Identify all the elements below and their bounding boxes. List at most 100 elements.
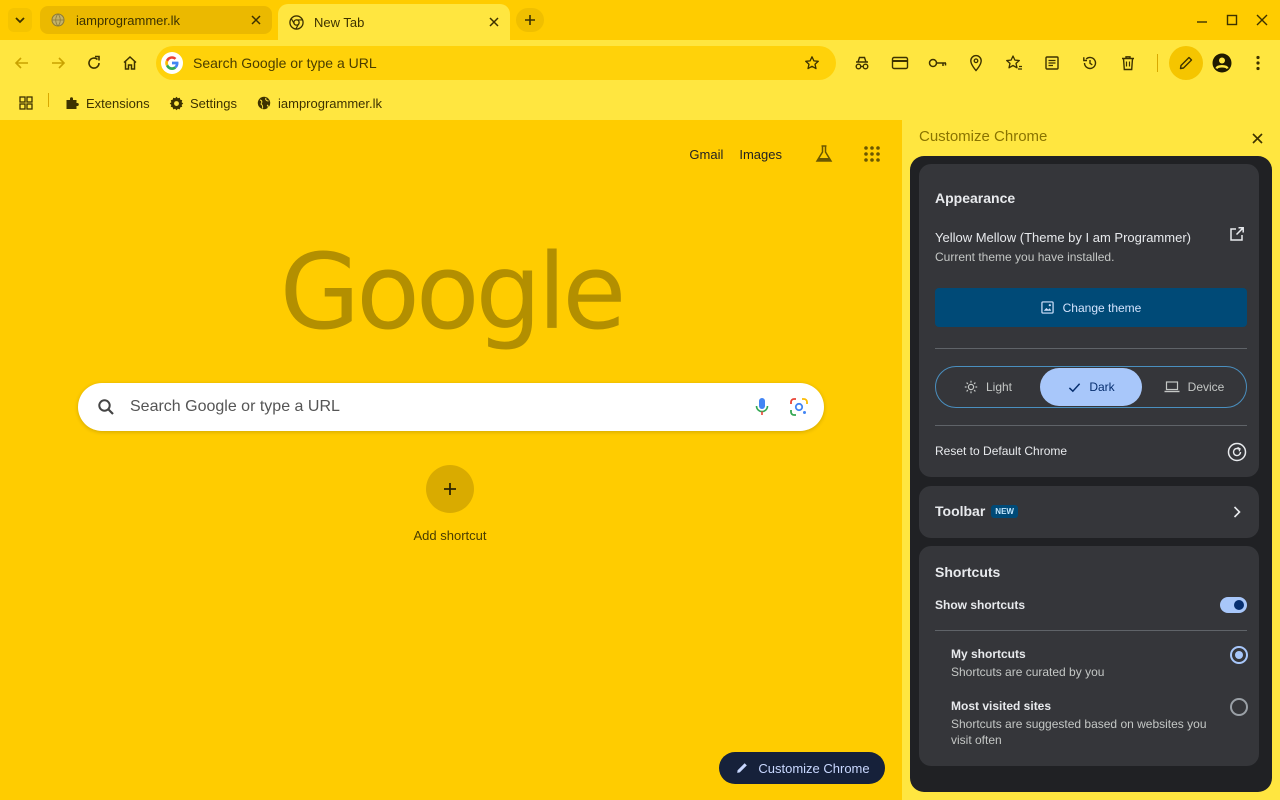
globe-icon: [256, 95, 272, 111]
images-link[interactable]: Images: [739, 147, 782, 162]
mode-device-option[interactable]: Device: [1142, 368, 1246, 406]
omnibox[interactable]: Search Google or type a URL: [156, 46, 836, 80]
customize-chrome-button[interactable]: Customize Chrome: [719, 752, 885, 784]
side-panel-body: Appearance Yellow Mellow (Theme by I am …: [910, 156, 1272, 792]
most-visited-option[interactable]: Most visited sites Shortcuts are suggest…: [951, 699, 1217, 748]
image-frame-icon: [1041, 301, 1055, 315]
bookmark-settings[interactable]: Settings: [168, 92, 237, 114]
menu-button[interactable]: [1246, 51, 1270, 75]
home-icon: [123, 55, 137, 70]
chevron-right-icon: [1227, 502, 1247, 522]
theme-subtitle: Current theme you have installed.: [935, 250, 1115, 264]
arrow-left-icon: [14, 57, 28, 69]
apps-grid-icon: [864, 146, 880, 162]
minimize-icon: [1197, 21, 1207, 23]
gmail-link[interactable]: Gmail: [689, 147, 723, 162]
close-icon: [1251, 132, 1263, 144]
change-theme-button[interactable]: Change theme: [935, 288, 1247, 327]
tab-iamprogrammer[interactable]: iamprogrammer.lk: [40, 6, 272, 34]
labs-button[interactable]: [812, 142, 836, 166]
credit-card-icon: [891, 56, 909, 70]
minimize-button[interactable]: [1192, 10, 1212, 30]
bookmarks-divider: [48, 93, 49, 107]
tab-strip: iamprogrammer.lk New Tab: [0, 0, 1280, 40]
apps-button[interactable]: [18, 92, 40, 114]
history-icon: [1083, 56, 1097, 70]
customize-chrome-toolbar-button[interactable]: [1169, 46, 1203, 80]
voice-search-icon[interactable]: [750, 395, 774, 419]
reload-button[interactable]: [82, 51, 106, 75]
flask-icon: [815, 145, 833, 162]
close-window-button[interactable]: [1252, 10, 1272, 30]
profile-button[interactable]: [1210, 51, 1234, 75]
mode-dark-option[interactable]: Dark: [1040, 368, 1142, 406]
home-button[interactable]: [118, 51, 142, 75]
google-g-icon: [161, 52, 183, 74]
mode-device-label: Device: [1187, 380, 1225, 394]
tab-title: New Tab: [314, 14, 365, 30]
customize-chrome-side-panel: Customize Chrome Appearance Yellow Mello…: [902, 120, 1280, 800]
google-logo: Google: [279, 231, 627, 353]
reset-to-default-label[interactable]: Reset to Default Chrome: [935, 444, 1067, 458]
tab-close-icon[interactable]: [484, 12, 504, 32]
new-tab-button[interactable]: [516, 8, 544, 32]
reading-list-icon: [1045, 56, 1059, 70]
incognito-button[interactable]: [850, 51, 874, 75]
tab-new-tab[interactable]: New Tab: [278, 4, 510, 40]
reload-icon: [88, 55, 100, 69]
appearance-heading: Appearance: [935, 190, 1016, 206]
maximize-icon: [1226, 14, 1238, 26]
forward-button[interactable]: [46, 51, 70, 75]
more-vertical-icon: [1256, 55, 1260, 71]
bookmark-star-icon[interactable]: [802, 53, 822, 73]
maximize-button[interactable]: [1222, 10, 1242, 30]
bookmark-iamprogrammer[interactable]: iamprogrammer.lk: [256, 92, 382, 114]
bookmark-extensions[interactable]: Extensions: [64, 92, 150, 114]
tab-search-button[interactable]: [8, 8, 32, 32]
tab-close-icon[interactable]: [246, 10, 266, 30]
payment-methods-button[interactable]: [888, 51, 912, 75]
addresses-button[interactable]: [964, 51, 988, 75]
new-tab-page: Gmail Images Google Search Google or typ…: [0, 120, 902, 800]
google-lens-icon[interactable]: [787, 395, 811, 419]
shortcuts-card: Shortcuts Show shortcuts My shortcuts Sh…: [919, 546, 1259, 766]
puzzle-icon: [64, 95, 80, 111]
customize-chrome-label: Customize Chrome: [758, 760, 870, 776]
history-button[interactable]: [1078, 51, 1102, 75]
open-theme-link-button[interactable]: [1227, 224, 1247, 244]
my-shortcuts-option[interactable]: My shortcuts Shortcuts are curated by yo…: [951, 647, 1211, 680]
add-shortcut-tile[interactable]: Add shortcut: [402, 465, 498, 543]
most-visited-radio[interactable]: [1230, 698, 1248, 716]
divider: [935, 425, 1247, 426]
reading-list-button[interactable]: [1040, 51, 1064, 75]
ntp-search-box[interactable]: Search Google or type a URL: [78, 383, 824, 431]
incognito-icon: [855, 56, 869, 70]
side-panel-title: Customize Chrome: [919, 128, 1048, 145]
chevron-down-icon: [15, 17, 25, 24]
appearance-card: Appearance Yellow Mellow (Theme by I am …: [919, 164, 1259, 477]
show-shortcuts-toggle[interactable]: [1220, 597, 1247, 613]
tab-title: iamprogrammer.lk: [76, 12, 181, 28]
my-shortcuts-radio[interactable]: [1230, 646, 1248, 664]
mode-light-label: Light: [985, 380, 1013, 394]
toolbar-divider: [1157, 54, 1158, 72]
passwords-button[interactable]: [926, 51, 950, 75]
toggle-knob: [1234, 600, 1244, 610]
key-icon: [928, 58, 947, 68]
add-shortcut-label: Add shortcut: [413, 528, 487, 543]
color-mode-selector: Light Dark Device: [935, 366, 1247, 408]
clear-browsing-data-button[interactable]: [1116, 51, 1140, 75]
close-icon: [1256, 14, 1268, 26]
add-shortcut-button[interactable]: [426, 465, 474, 513]
new-badge: NEW: [991, 505, 1018, 518]
side-panel-close-button[interactable]: [1247, 128, 1267, 148]
mode-light-option[interactable]: Light: [936, 368, 1040, 406]
change-theme-label: Change theme: [1062, 300, 1142, 315]
back-button[interactable]: [10, 51, 34, 75]
reset-icon[interactable]: [1226, 441, 1248, 463]
toolbar-heading: Toolbar NEW: [935, 503, 1018, 519]
toolbar-card[interactable]: Toolbar NEW: [919, 486, 1259, 538]
external-link-icon: [1230, 227, 1244, 241]
google-apps-button[interactable]: [860, 142, 884, 166]
bookmarks-button[interactable]: [1002, 51, 1026, 75]
